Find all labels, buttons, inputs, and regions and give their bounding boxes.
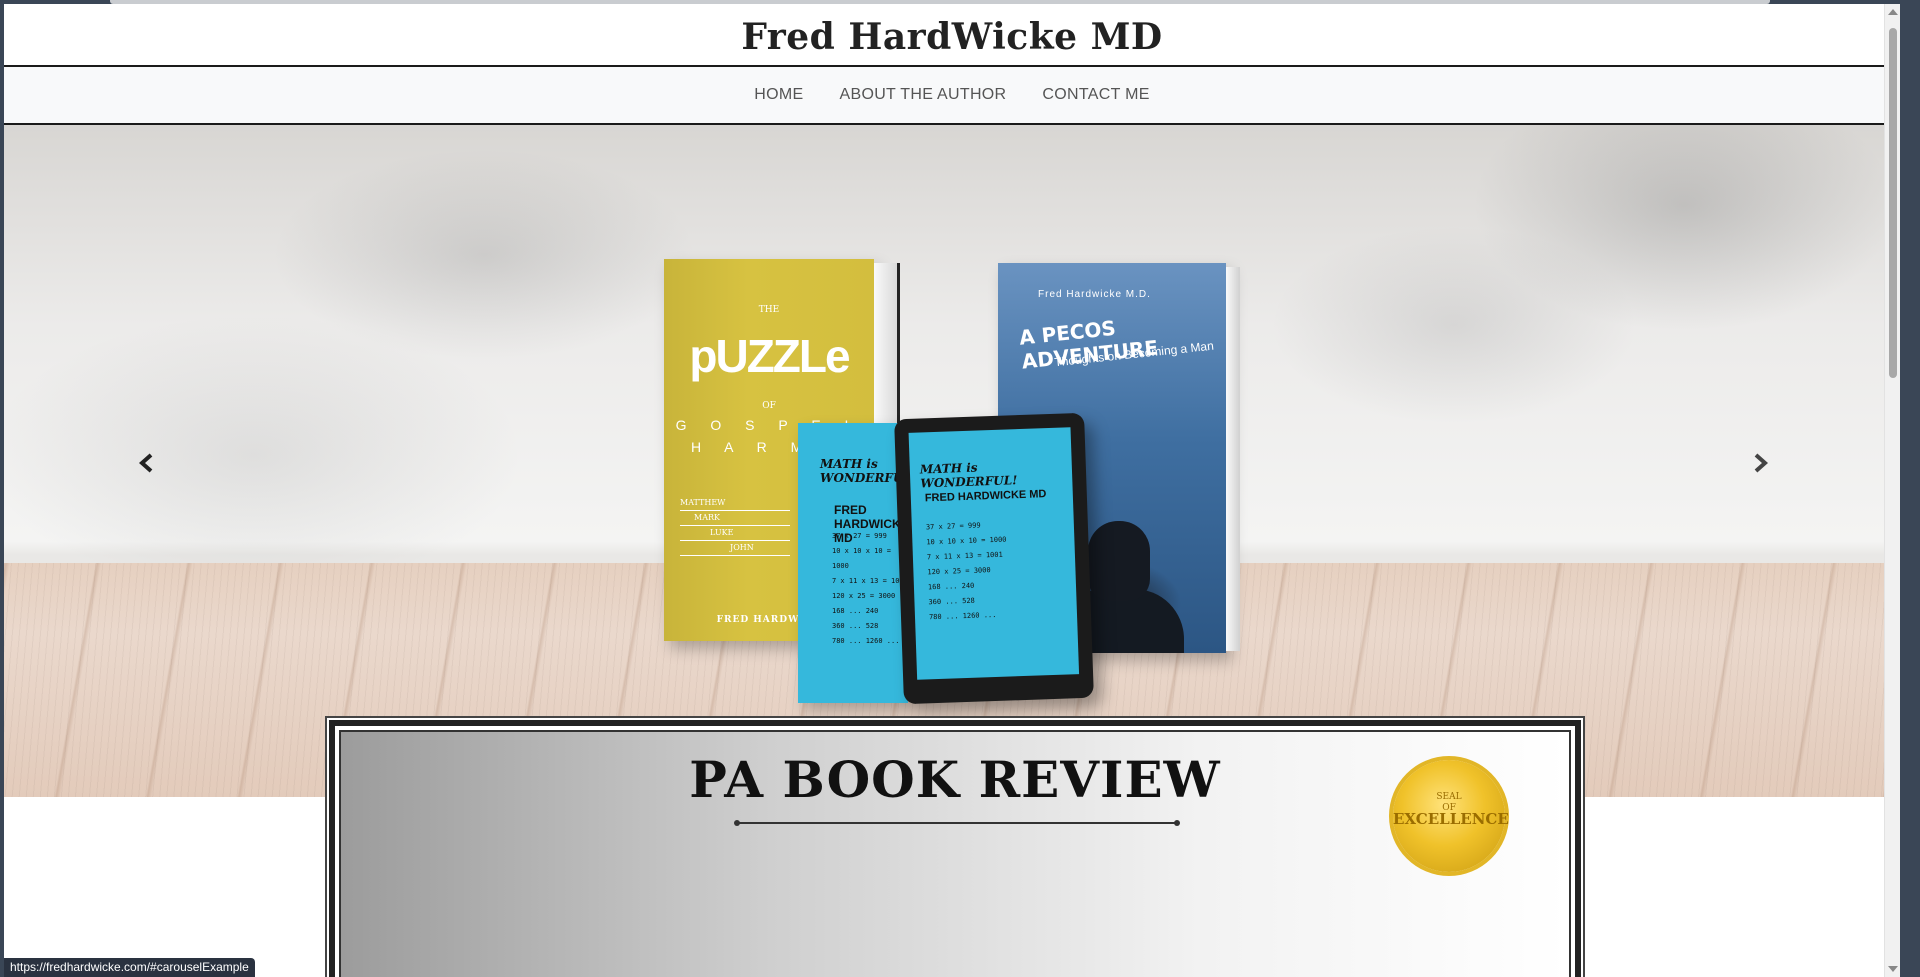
math-line: 780 ... 1260 ... [832,637,900,645]
seal-top: SEAL [1436,792,1462,802]
page-viewport: Fred HardWicke MD HOME ABOUT THE AUTHOR … [4,4,1900,977]
book-pages [1226,267,1240,651]
book-math-lines: 37 x 27 = 999 10 x 10 x 10 = 1000 7 x 11… [832,529,908,649]
book-pecos-title: A PECOS ADVENTURE [1018,315,1160,374]
review-divider [734,820,1180,826]
seal-text: SEAL OF EXCELLENCE [1393,792,1509,828]
carousel-next-button[interactable] [1741,443,1781,483]
scroll-down-icon[interactable] [1888,966,1898,972]
scroll-up-icon[interactable] [1888,9,1898,15]
scroll-thumb[interactable] [1889,28,1897,378]
math-line: 780 ... 1260 ... [928,610,997,622]
tablet-math-lines: 37 x 27 = 999 10 x 10 x 10 = 1000 7 x 11… [926,518,1010,626]
chevron-left-icon [138,453,153,473]
math-line: 360 ... 528 [832,622,879,630]
gospel-item: JOHN [680,541,790,556]
book-of: OF [762,401,776,411]
gospel-item: MATTHEW [680,496,790,511]
chevron-right-icon [1754,453,1769,473]
math-line: 7 x 11 x 13 = 1001 [926,550,1003,562]
nav-about-author-link[interactable]: ABOUT THE AUTHOR [840,86,1007,104]
tablet-screen: MATH is WONDERFUL! FRED HARDWICKE MD 37 … [908,427,1080,680]
tablet-math-author: FRED HARDWICKE MD [924,488,1047,505]
book-pecos-author: Fred Hardwicke M.D. [1038,289,1151,300]
carousel-prev-button[interactable] [126,443,166,483]
math-line: 10 x 10 x 10 = 1000 [832,547,892,570]
silhouette-head [1088,521,1150,601]
book-the: THE [758,305,780,315]
tablet-ebook: MATH is WONDERFUL! FRED HARDWICKE MD 37 … [894,412,1094,705]
vertical-scrollbar[interactable] [1884,4,1900,977]
nav-contact-me-link[interactable]: CONTACT ME [1042,86,1149,104]
review-inner: PA BOOK REVIEW SEAL OF EXCELLENCE [339,730,1571,977]
link-status-bar: https://fredhardwicke.com/#carouselExamp… [4,958,255,977]
main-nav: HOME ABOUT THE AUTHOR CONTACT ME [4,67,1900,125]
nav-home-link[interactable]: HOME [754,86,803,104]
book-gospels-list: MATTHEW MARK LUKE JOHN [680,496,790,556]
seal-of-excellence-icon: SEAL OF EXCELLENCE [1393,760,1509,872]
site-title[interactable]: Fred HardWicke MD [741,16,1162,58]
math-line: 7 x 11 x 13 = 1001 [832,577,908,585]
hero-carousel: THE pUZZLe OF G O S P E L H A R M O MATT… [4,125,1900,797]
book-math-wonderful-paperback: MATH is WONDERFUL! FRED HARDWICKE MD 37 … [798,423,917,703]
review-title: PA BOOK REVIEW [689,750,1221,809]
pa-book-review-banner[interactable]: PA BOOK REVIEW SEAL OF EXCELLENCE [329,720,1581,977]
gospel-item: MARK [680,511,790,526]
site-header: Fred HardWicke MD [4,4,1900,67]
math-line: 37 x 27 = 999 [832,532,887,540]
seal-main: EXCELLENCE [1393,810,1509,828]
tablet-math-title: MATH is WONDERFUL! [919,460,1018,491]
book-puzzle-title: pUZZLe [689,330,850,382]
math-line: 120 x 25 = 3000 [832,592,896,600]
gospel-item: LUKE [680,526,790,541]
math-line: 168 ... 240 [832,607,879,615]
